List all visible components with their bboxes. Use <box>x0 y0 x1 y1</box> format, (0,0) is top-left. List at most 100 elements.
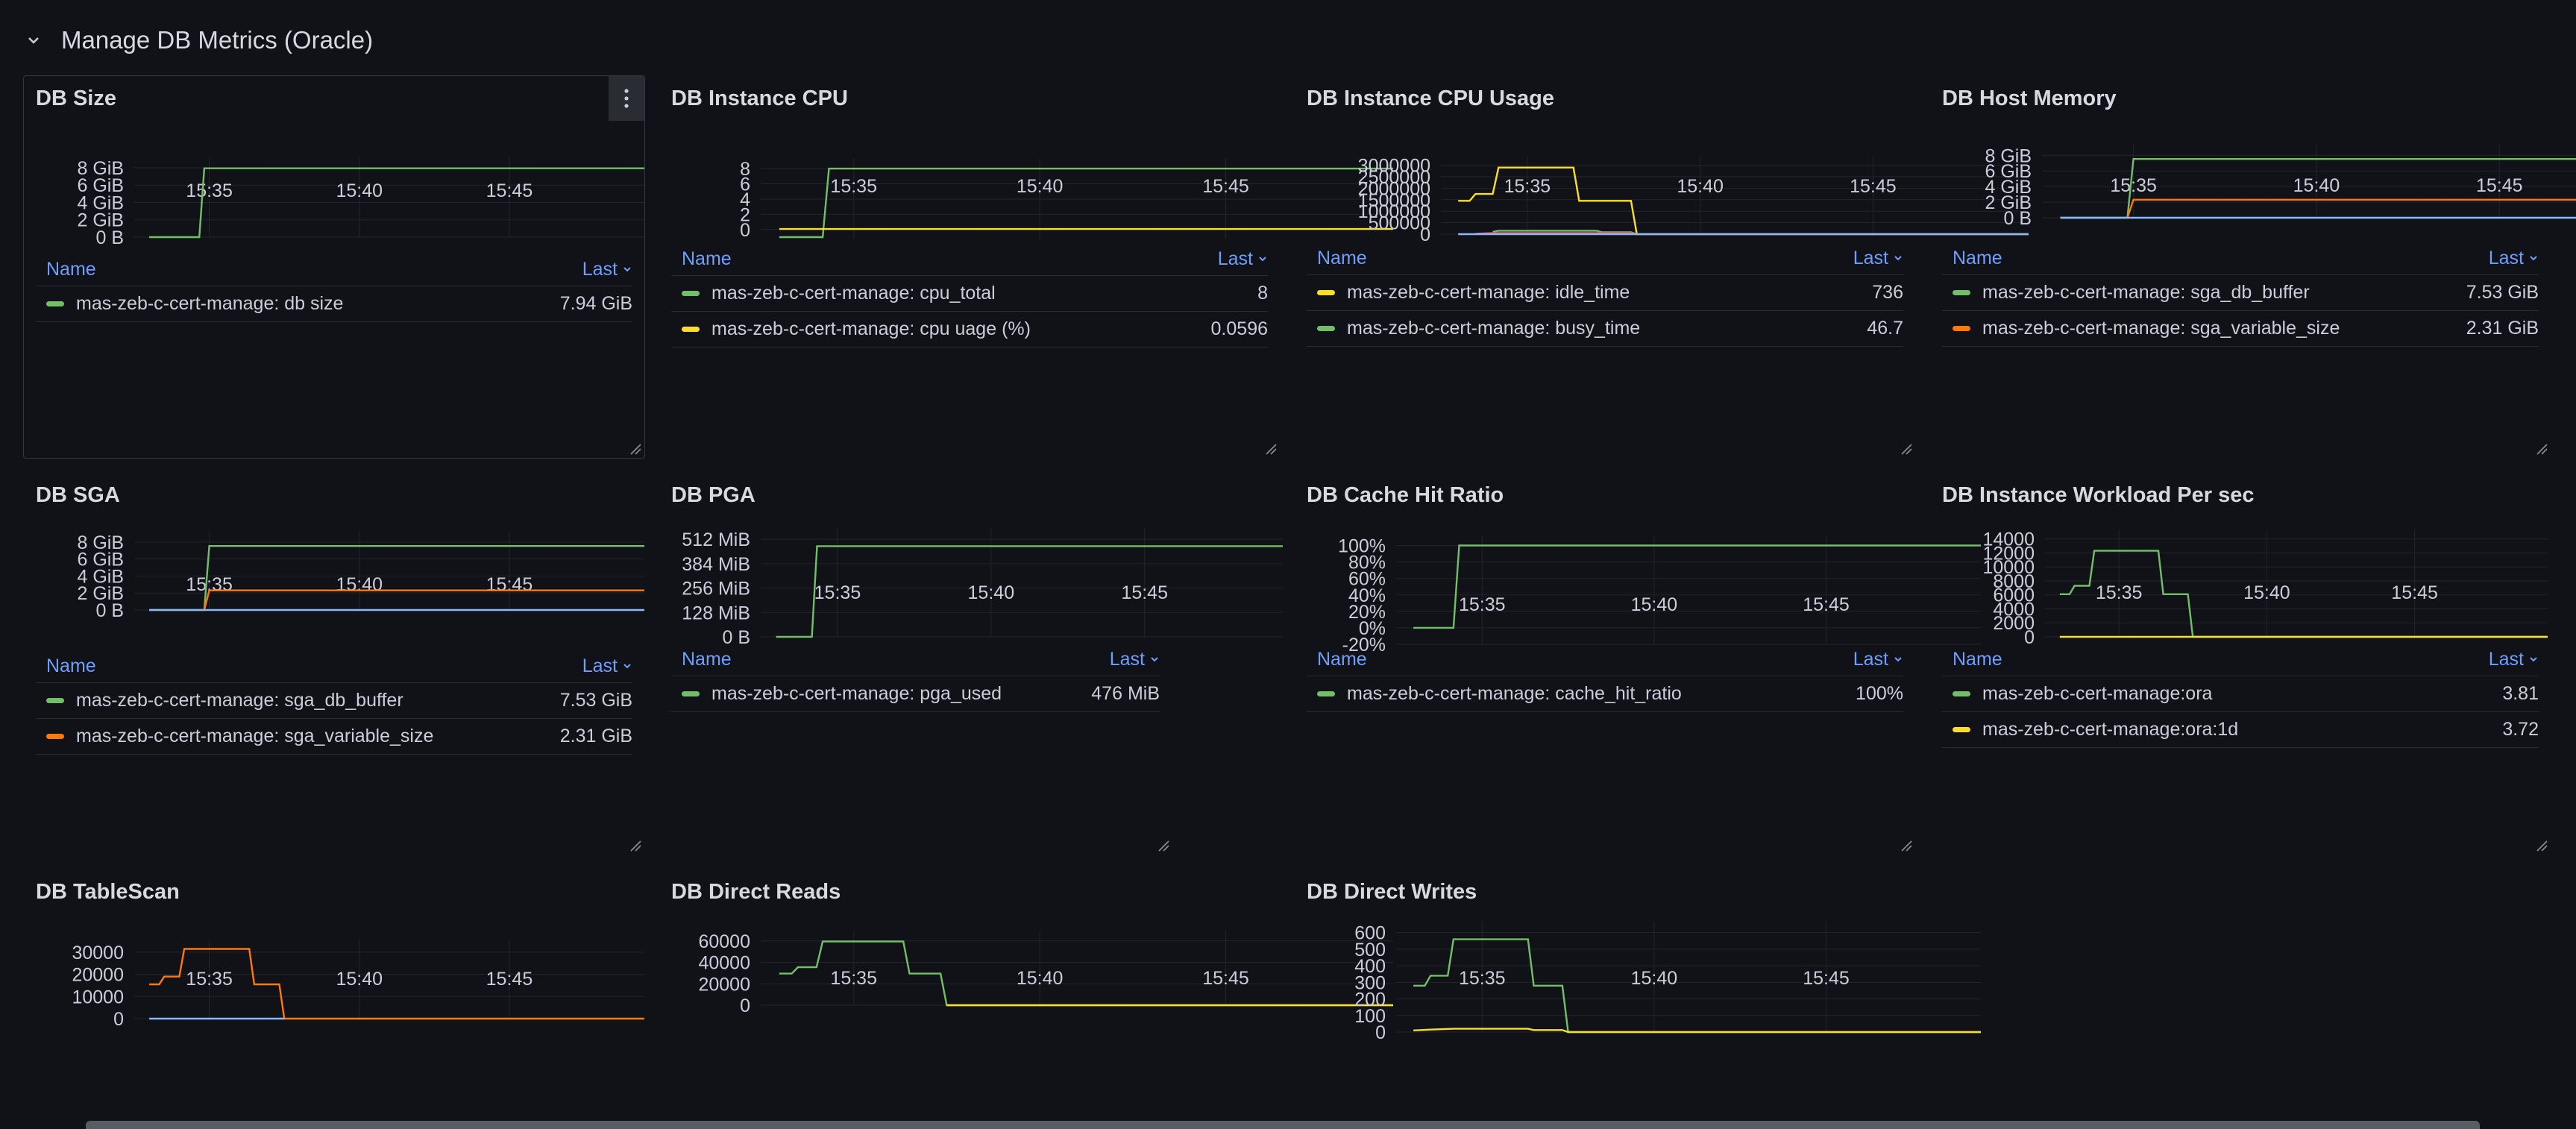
legend-last-header[interactable]: Last <box>2489 248 2539 269</box>
series-swatch <box>46 734 64 739</box>
chevron-down-icon <box>2530 256 2537 261</box>
horizontal-scrollbar[interactable] <box>86 1121 2480 1129</box>
series-name: mas-zeb-c-cert-manage: db size <box>76 293 344 314</box>
legend-row[interactable]: mas-zeb-c-cert-manage:ora 3.81 <box>1942 676 2539 712</box>
y-tick-label: 0 <box>740 996 750 1016</box>
legend-name-header[interactable]: Name <box>36 259 96 280</box>
panel-db-cache-hit-ratio[interactable]: DB Cache Hit Ratio -20% 0% 20% 40% 60% 80% 100… <box>1294 472 1981 855</box>
panel-db-instance-cpu-usage[interactable]: DB Instance CPU Usage 0 500000 1000000 1500… <box>1294 75 2029 459</box>
x-tick-label: 15:45 <box>1121 582 1168 603</box>
legend-name-header[interactable]: Name <box>1942 248 2002 269</box>
series-last-value: 8 <box>1257 283 1268 304</box>
resize-handle-icon[interactable] <box>629 443 641 455</box>
legend-row[interactable]: mas-zeb-c-cert-manage: pga_used 476 MiB <box>671 676 1160 712</box>
legend-row[interactable]: mas-zeb-c-cert-manage: sga_db_buffer 7.53… <box>1942 275 2539 311</box>
series-name: mas-zeb-c-cert-manage: sga_db_buffer <box>1982 282 2310 303</box>
line-chart: 0246815:35 15:40 15:45 <box>740 158 1393 241</box>
panel-db-direct-writes[interactable]: DB Direct Writes 0 100 200 300 400 500 600 15:3… <box>1294 869 1981 1129</box>
resize-handle-icon[interactable] <box>1900 443 1912 455</box>
legend-row[interactable]: mas-zeb-c-cert-manage: sga_db_buffer 7.53… <box>36 683 632 719</box>
x-tick-label: 15:35 <box>814 582 861 603</box>
panel-db-host-memory[interactable]: DB Host Memory 0 B2 GiB 4 GiB 6 GiB 8 GiB 15… <box>1929 75 2576 459</box>
panel-db-instance-workload[interactable]: DB Instance Workload Per sec 0 2000 4000 60… <box>1929 472 2551 855</box>
legend-name-header[interactable]: Name <box>1307 649 1367 670</box>
panel-db-size[interactable]: DB Size 0 B2 GiB 4 GiB 6 GiB 8 GiB 15:35 15:4… <box>23 75 645 459</box>
legend-name-header[interactable]: Name <box>1942 649 2002 670</box>
x-tick-label: 15:45 <box>1803 968 1850 989</box>
series-swatch <box>1953 326 1970 331</box>
series-name: mas-zeb-c-cert-manage: cpu uage (%) <box>711 318 1031 339</box>
x-tick-label: 15:40 <box>1017 176 1064 197</box>
resize-handle-icon[interactable] <box>2536 443 2548 455</box>
legend-last-header[interactable]: Last <box>1853 649 1903 670</box>
legend-name-header[interactable]: Name <box>671 248 732 270</box>
legend-last-header[interactable]: Last <box>1853 248 1903 269</box>
line-chart: 010020030040050060015:35 15:40 15:45 <box>1354 922 1981 1043</box>
y-tick-label: 40000 <box>698 953 750 974</box>
y-tick-label: 60000 <box>698 931 750 952</box>
legend-row[interactable]: mas-zeb-c-cert-manage: cpu uage (%) 0.059… <box>671 312 1268 347</box>
resize-handle-icon[interactable] <box>1900 840 1912 852</box>
legend-row[interactable]: mas-zeb-c-cert-manage: cache_hit_ratio 10… <box>1307 676 1903 712</box>
panel-db-tablescan[interactable]: DB TableScan 0 10000 20000 30000 15:35 15:40 1… <box>23 869 645 1129</box>
legend-name-header[interactable]: Name <box>671 649 732 670</box>
legend-table: Name Last mas-zeb-c-cert-manage: sga_db_bu… <box>36 650 632 755</box>
legend-row[interactable]: mas-zeb-c-cert-manage: idle_time 736 <box>1307 275 1903 311</box>
legend-row[interactable]: mas-zeb-c-cert-manage: cpu_total 8 <box>671 276 1268 312</box>
legend-name-header[interactable]: Name <box>36 655 96 677</box>
legend-row[interactable]: mas-zeb-c-cert-manage:ora:1d 3.72 <box>1942 712 2539 748</box>
legend-row[interactable]: mas-zeb-c-cert-manage: sga_variable_size… <box>36 719 632 755</box>
line-chart: 0 B2 GiB4 GiB6 GiB8 GiB15:35 15:40 15:45 <box>77 157 644 248</box>
line-chart: 0200004000060000 15:35 15:40 15:45 <box>698 931 1393 1016</box>
x-tick-label: 15:40 <box>1677 176 1724 197</box>
legend-last-header[interactable]: Last <box>582 655 632 677</box>
series-swatch <box>46 301 64 306</box>
legend-last-header[interactable]: Last <box>2489 649 2539 670</box>
line-chart: 0500000100000015000002000000250000030000… <box>1358 156 2029 245</box>
legend-last-header[interactable]: Last <box>1110 649 1160 670</box>
legend-name-header[interactable]: Name <box>1307 248 1367 269</box>
chevron-down-icon <box>623 267 631 272</box>
legend-row[interactable]: mas-zeb-c-cert-manage: busy_time 46.7 <box>1307 311 1903 347</box>
series-swatch <box>1953 290 1970 295</box>
legend-header: Name Last <box>1307 643 1903 676</box>
y-tick-label: 600 <box>1354 923 1386 944</box>
series-last-value: 2.31 GiB <box>559 726 632 746</box>
y-tick-label: 3000000 <box>1358 156 1430 177</box>
panel-db-sga[interactable]: DB SGA 0 B2 GiB 4 GiB 6 GiB 8 GiB 15:35 15:40… <box>23 472 645 855</box>
legend-header: Name Last <box>1942 643 2539 676</box>
chevron-down-icon[interactable] <box>21 28 46 53</box>
x-tick-label: 15:45 <box>1850 176 1897 197</box>
panel-db-pga[interactable]: DB PGA 0 B 128 MiB 256 MiB 384 MiB 512 MiB 15… <box>659 472 1283 855</box>
series-swatch <box>1317 326 1335 331</box>
chevron-down-icon <box>1151 657 1158 662</box>
legend-row[interactable]: mas-zeb-c-cert-manage: db size 7.94 GiB <box>36 286 632 322</box>
row-header[interactable]: Manage DB Metrics (Oracle) <box>21 19 373 61</box>
y-tick-label: 30000 <box>72 943 124 963</box>
series-last-value: 7.53 GiB <box>559 690 632 711</box>
series-name: mas-zeb-c-cert-manage: sga_variable_size <box>76 726 434 746</box>
series-name: mas-zeb-c-cert-manage: sga_db_buffer <box>76 690 403 711</box>
series-swatch <box>682 327 700 332</box>
series-last-value: 7.94 GiB <box>559 293 632 314</box>
y-tick-label: 384 MiB <box>682 554 750 575</box>
legend-row[interactable]: mas-zeb-c-cert-manage: sga_variable_size… <box>1942 311 2539 347</box>
x-tick-label: 15:40 <box>2293 175 2340 196</box>
panel-db-direct-reads[interactable]: DB Direct Reads 0 20000 40000 60000 15:35 15:… <box>659 869 1393 1129</box>
series-last-value: 0.0596 <box>1210 318 1268 339</box>
resize-handle-icon[interactable] <box>2536 840 2548 852</box>
x-tick-label: 15:35 <box>186 969 233 990</box>
resize-handle-icon[interactable] <box>629 840 641 852</box>
legend-last-header[interactable]: Last <box>582 259 632 280</box>
panel-db-instance-cpu[interactable]: DB Instance CPU 0 2 4 6 8 15:35 15:40 15:45 Name… <box>659 75 1393 459</box>
series-last-value: 7.53 GiB <box>2466 282 2539 303</box>
legend-table: Name Last mas-zeb-c-cert-manage: sga_db_bu… <box>1942 242 2539 347</box>
y-tick-label: 256 MiB <box>682 579 750 600</box>
line-chart: 0100002000030000 15:35 15:40 15:45 <box>72 940 644 1030</box>
resize-handle-icon[interactable] <box>1265 443 1277 455</box>
y-tick-label: 512 MiB <box>682 529 750 550</box>
resize-handle-icon[interactable] <box>1157 840 1169 852</box>
x-tick-label: 15:35 <box>830 176 877 197</box>
legend-last-header[interactable]: Last <box>1218 248 1268 270</box>
line-chart: 0 B2 GiB4 GiB6 GiB8 GiB15:35 15:40 15:45 <box>77 531 644 621</box>
